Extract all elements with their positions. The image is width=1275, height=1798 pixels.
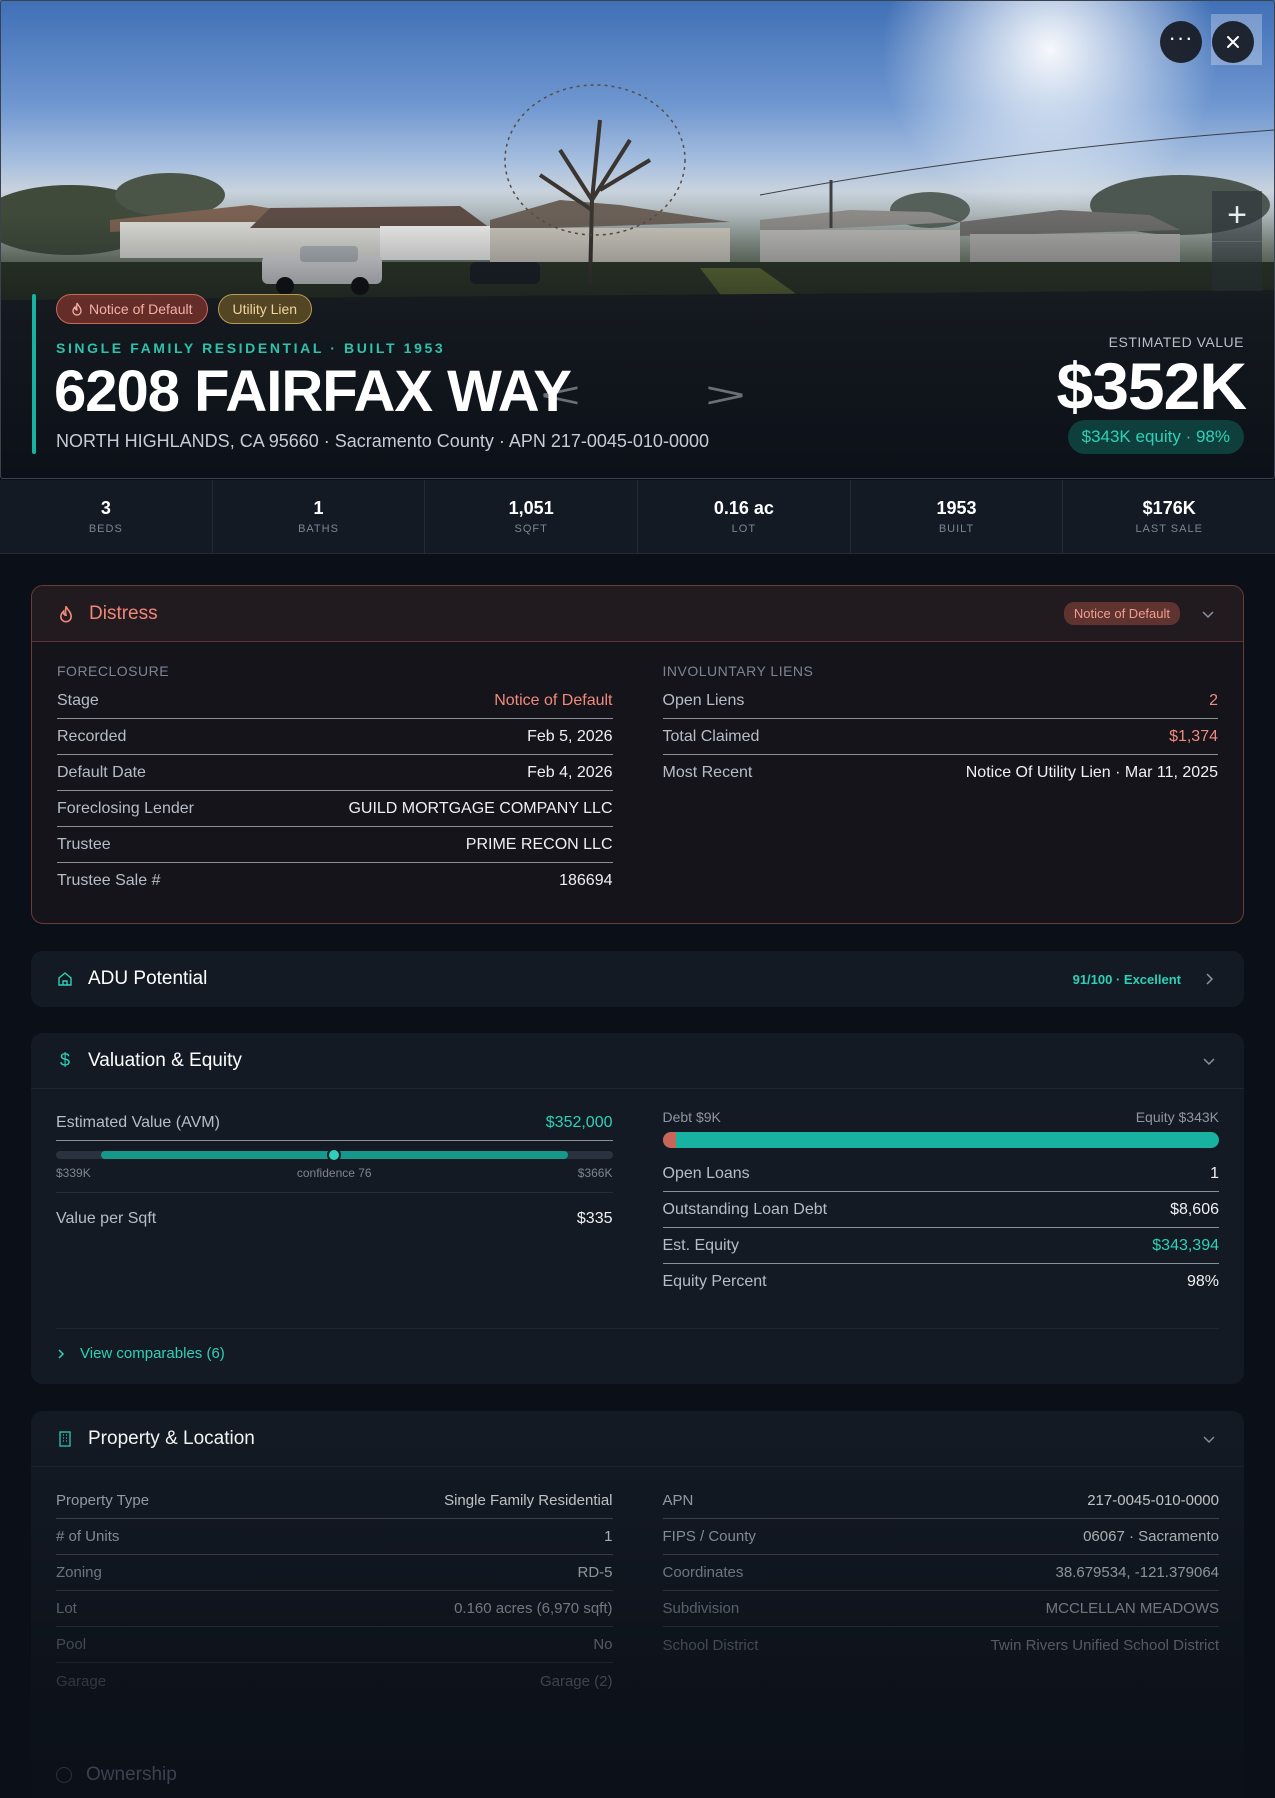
table-row: Default Date Feb 4, 2026 — [57, 755, 613, 791]
confidence-labels: $339K confidence 76 $366K — [56, 1166, 613, 1193]
property-location-card: Property & Location Property Type Single … — [31, 1411, 1244, 1798]
equity-section: Debt $9K Equity $343K Open Loans 1 Outsta… — [662, 1089, 1220, 1300]
valuation-title: Valuation & Equity — [88, 1049, 242, 1071]
distress-badge: Notice of Default — [1063, 602, 1180, 625]
table-row: APN 217-0045-010-0000 — [662, 1483, 1219, 1519]
debt-equity-labels: Debt $9K Equity $343K — [663, 1109, 1220, 1125]
stat-built: 1953 BUILT — [851, 480, 1064, 553]
debt-portion — [662, 1132, 677, 1148]
home-icon — [56, 970, 74, 988]
view-comparables-link[interactable]: View comparables (6) — [56, 1328, 1219, 1362]
table-row: Total Claimed $1,374 — [662, 719, 1218, 755]
stat-lot: 0.16 ac LOT — [638, 480, 851, 553]
close-icon — [1227, 36, 1239, 48]
value-per-sqft-row: Value per Sqft $335 — [56, 1210, 613, 1227]
chevron-right-icon — [58, 1348, 65, 1359]
chevron-down-icon[interactable] — [1199, 1429, 1219, 1449]
table-row: School District Twin Rivers Unified Schoo… — [662, 1636, 1220, 1654]
zoom-out-button[interactable] — [1212, 240, 1262, 292]
street-view-hero[interactable]: < > ··· + Notice of Default Utility Lien… — [0, 0, 1275, 478]
pano-right-arrow[interactable]: > — [705, 375, 746, 415]
distress-card: Distress Notice of Default FORECLOSURE S… — [31, 585, 1244, 924]
debt-equity-bar — [662, 1132, 1219, 1148]
close-button[interactable] — [1212, 21, 1254, 63]
chevron-down-icon[interactable] — [1198, 604, 1218, 624]
foreclosure-heading: FORECLOSURE — [57, 663, 170, 679]
liens-heading: INVOLUNTARY LIENS — [662, 663, 814, 679]
table-row: Outstanding Loan Debt $8,606 — [662, 1192, 1219, 1228]
adu-score: 91/100 · Excellent — [1072, 971, 1181, 987]
table-row: Foreclosing Lender GUILD MORTGAGE COMPANY… — [57, 791, 613, 827]
table-row: Garage Garage (2) — [56, 1672, 613, 1690]
property-details-right: APN 217-0045-010-0000 FIPS / County 06067 … — [662, 1483, 1220, 1699]
involuntary-liens-section: INVOLUNTARY LIENS Open Liens 2 Total Clai… — [662, 642, 1219, 899]
confidence-range-bar — [56, 1148, 613, 1162]
ownership-section-header[interactable]: Ownership — [56, 1764, 177, 1786]
table-row: Trustee Sale #186694 — [57, 872, 613, 889]
confidence-label: confidence 76 — [296, 1166, 372, 1180]
table-row: Recorded Feb 5, 2026 — [57, 719, 613, 755]
zoom-in-button[interactable]: + — [1212, 191, 1262, 241]
table-row: Zoning RD-5 — [56, 1555, 613, 1591]
table-row: FIPS / County 06067 · Sacramento — [662, 1519, 1219, 1555]
table-row: Coordinates 38.679534, -121.379064 — [662, 1555, 1219, 1591]
hero-accent-bar — [32, 294, 36, 454]
chevron-right-icon[interactable] — [1199, 969, 1219, 989]
estimate-marker — [327, 1148, 342, 1162]
distress-header[interactable]: Distress Notice of Default — [32, 586, 1243, 642]
table-row: Equity Percent 98% — [662, 1273, 1220, 1290]
estimated-value: $352K — [1056, 349, 1247, 423]
table-row: Lot 0.160 acres (6,970 sqft) — [56, 1591, 613, 1627]
chevron-down-icon[interactable] — [1199, 1051, 1219, 1071]
valuation-equity-card: $ Valuation & Equity Estimated Value (AV… — [31, 1033, 1244, 1384]
dollar-icon: $ — [59, 1050, 70, 1070]
adu-header[interactable]: ADU Potential 91/100 · Excellent — [31, 951, 1244, 1007]
property-header[interactable]: Property & Location — [31, 1411, 1244, 1467]
property-details-left: Property Type Single Family Residential #… — [56, 1483, 613, 1699]
street-view-zoom-control: + — [1212, 191, 1262, 291]
flame-icon — [57, 605, 75, 623]
valuation-header[interactable]: $ Valuation & Equity — [31, 1033, 1244, 1089]
user-icon — [56, 1767, 72, 1783]
more-options-button[interactable]: ··· — [1160, 21, 1202, 63]
property-address-line: NORTH HIGHLANDS, CA 95660 · Sacramento C… — [56, 431, 709, 451]
table-row: Open Liens 2 — [662, 683, 1218, 719]
utility-lien-chip: Utility Lien — [217, 294, 313, 324]
ownership-title: Ownership — [86, 1764, 177, 1785]
table-row: Open Loans 1 — [662, 1156, 1219, 1192]
range-low: $339K — [56, 1166, 91, 1180]
ellipsis-icon: ··· — [1168, 25, 1194, 50]
equity-label: Equity $343K — [1135, 1109, 1219, 1125]
table-row: Subdivision MCCLELLAN MEADOWS — [662, 1591, 1219, 1627]
table-row: Pool No — [56, 1627, 613, 1663]
table-row: Most Recent Notice Of Utility Lien · Mar … — [662, 764, 1219, 781]
table-row: # of Units 1 — [56, 1519, 613, 1555]
table-row: Est. Equity $343,394 — [662, 1228, 1219, 1264]
foreclosure-section: FORECLOSURE Stage Notice of Default Recor… — [57, 642, 613, 899]
stat-baths: 1 BATHS — [213, 480, 426, 553]
stat-sqft: 1,051 SQFT — [425, 480, 639, 553]
stat-last-sale: $176K LAST SALE — [1135, 498, 1203, 535]
table-row: Trustee PRIME RECON LLC — [57, 827, 613, 863]
debt-label: Debt $9K — [662, 1109, 721, 1125]
table-row: Stage Notice of Default — [57, 683, 613, 719]
property-type-subtitle: SINGLE FAMILY RESIDENTIAL · BUILT 1953 — [56, 340, 446, 356]
distress-title: Distress — [89, 602, 158, 624]
avm-section: Estimated Value (AVM) $352,000 $339K con… — [56, 1089, 613, 1300]
avm-row: Estimated Value (AVM) $352,000 — [56, 1105, 613, 1141]
property-stats-bar: 3 BEDS 1 BATHS 1,051 SQFT 0.16 ac LOT 1953 BU… — [0, 480, 1275, 554]
property-address-title: 6208 FAIRFAX WAY — [54, 359, 572, 424]
property-title: Property & Location — [88, 1427, 255, 1449]
status-chips: Notice of Default Utility Lien — [56, 294, 313, 324]
adu-potential-card[interactable]: ADU Potential 91/100 · Excellent — [31, 951, 1244, 1007]
notice-of-default-chip: Notice of Default — [56, 294, 208, 324]
stat-beds: 3 BEDS — [0, 480, 213, 553]
range-high: $366K — [577, 1166, 613, 1180]
flame-icon — [72, 302, 82, 316]
equity-pill: $343K equity · 98% — [1067, 420, 1244, 454]
table-row: Property Type Single Family Residential — [56, 1483, 613, 1519]
adu-title: ADU Potential — [88, 968, 208, 989]
building-icon — [56, 1430, 74, 1448]
